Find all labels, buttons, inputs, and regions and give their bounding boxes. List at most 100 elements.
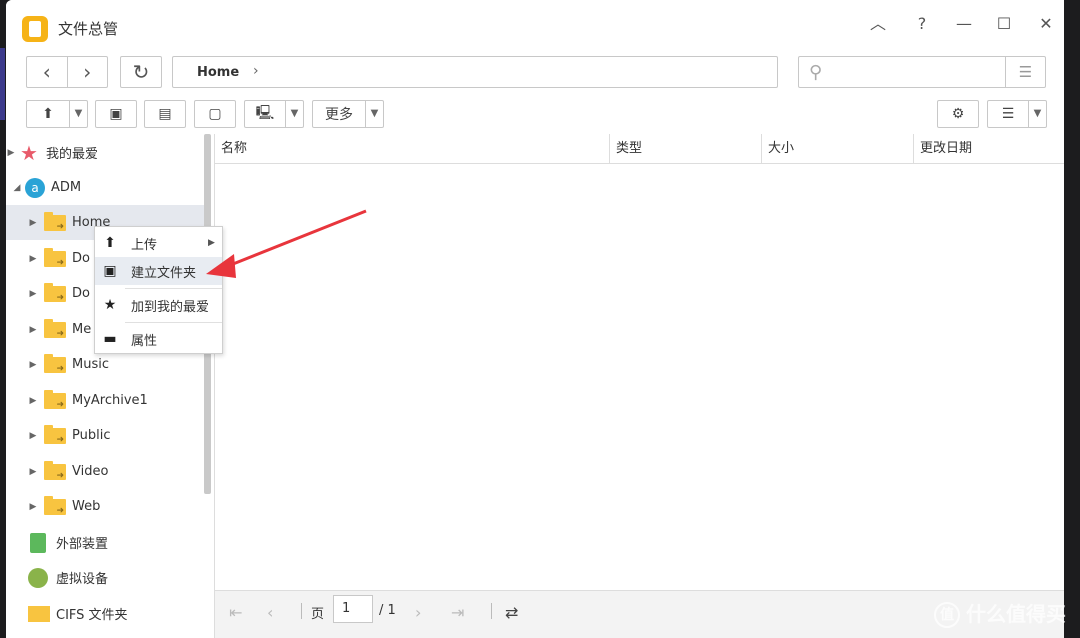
menu-item-label: 建立文件夹 [131,265,197,281]
menu-item-upload[interactable]: ⬆ 上传 ▶ [95,229,222,257]
first-page-icon[interactable]: ⇤ [229,603,242,622]
path-bar[interactable]: Home › [172,56,778,88]
action-toolbar: ⬆ ▼ ▣ ▤ ▢ 🖳 ▼ 更多 ▼ ⚙ ☰ ▼ [6,98,1064,132]
search-input[interactable]: ⚲ ☰ [798,56,1046,88]
tree-item-web[interactable]: ▶ Web [6,489,204,524]
tree-item-label: 我的最爱 [46,147,99,162]
gear-icon: ⚙ [951,106,965,122]
divider [491,603,492,619]
column-header-name[interactable]: 名称 [215,134,609,164]
shared-folder-icon [44,353,66,374]
next-page-icon[interactable]: › [415,603,421,622]
new-folder-button[interactable]: ▣ [95,100,137,128]
tree-item-label: Me [72,322,92,337]
watermark-text: 什么值得买 [966,601,1066,626]
collapse-arrow-icon[interactable]: ◢ [12,183,22,193]
tree-item-video[interactable]: ▶ Video [6,454,204,489]
view-mode-button[interactable]: ☰ ▼ [987,100,1047,128]
chevron-down-icon[interactable]: ▼ [69,101,87,127]
adm-icon: a [25,177,45,198]
upload-button[interactable]: ⬆ ▼ [26,100,88,128]
upload-icon: ⬆ [104,235,116,251]
chevron-down-icon[interactable]: ▼ [1028,101,1046,127]
expand-arrow-icon[interactable]: ▶ [28,467,38,477]
watermark: 值什么值得买 [934,598,1066,628]
menu-item-add-favorite[interactable]: ★ 加到我的最爱 [95,291,222,319]
tree-item-cifs-folders[interactable]: CIFS 文件夹 [6,596,204,631]
minimize-button[interactable]: — [952,12,976,36]
expand-arrow-icon[interactable]: ▶ [28,254,38,264]
chevron-down-icon[interactable]: ▼ [285,101,303,127]
expand-arrow-icon[interactable]: ▶ [6,148,16,158]
file-explorer-window: 文件总管 ︿ ? — ☐ ✕ ‹ › ↻ Home › ⚲ ☰ ⬆ ▼ ▣ ▤ [6,0,1064,638]
shared-folder-icon [44,495,66,516]
tree-item-label: MyArchive1 [72,393,148,408]
expand-arrow-icon[interactable]: ▶ [28,289,38,299]
expand-arrow-icon[interactable]: ▶ [28,431,38,441]
search-icon: ⚲ [809,62,823,83]
maximize-button[interactable]: ☐ [992,12,1016,36]
network-drive-button[interactable]: 🖳 ▼ [244,100,304,128]
page-total: / 1 [379,603,396,618]
tree-item-virtual-devices[interactable]: 虚拟设备 [6,560,204,595]
shared-folder-icon [44,460,66,481]
tree-item-label: 虚拟设备 [56,572,109,587]
more-button[interactable]: 更多 ▼ [312,100,384,128]
move-folder-icon: ▤ [158,106,172,122]
shared-folder-icon [44,211,66,232]
submenu-arrow-icon: ▶ [208,238,215,248]
shared-folder-icon [44,282,66,303]
chevron-down-icon[interactable]: ▼ [365,101,383,127]
settings-button[interactable]: ⚙ [937,100,979,128]
back-button[interactable]: ‹ [27,57,68,87]
expand-arrow-icon[interactable]: ▶ [28,502,38,512]
column-header-type[interactable]: 类型 [609,134,761,164]
shared-folder-icon [44,389,66,410]
watermark-logo-icon: 值 [934,602,960,628]
tree-item-adm[interactable]: ◢ a ADM [6,170,204,205]
tree-item-myarchive1[interactable]: ▶ MyArchive1 [6,383,204,418]
tree-item-label: ADM [51,180,82,195]
tree-item-public[interactable]: ▶ Public [6,418,204,453]
history-nav-group: ‹ › [26,56,108,88]
close-button[interactable]: ✕ [1034,12,1058,36]
usb-device-icon [30,532,46,553]
page-number-input[interactable]: 1 [333,595,373,623]
search-filter-icon[interactable]: ☰ [1005,57,1045,87]
menu-item-create-folder[interactable]: ▣ 建立文件夹 [95,257,222,285]
expand-arrow-icon[interactable]: ▶ [28,360,38,370]
last-page-icon[interactable]: ⇥ [451,603,464,622]
refresh-button[interactable]: ↻ [120,56,162,88]
select-all-button[interactable]: ▢ [194,100,236,128]
move-folder-button[interactable]: ▤ [144,100,186,128]
shared-folder-icon [44,318,66,339]
forward-button[interactable]: › [68,57,108,87]
chevron-right-icon[interactable]: › [253,63,259,79]
select-all-icon: ▢ [208,106,222,122]
expand-arrow-icon[interactable]: ▶ [28,325,38,335]
divider [301,603,302,619]
tree-item-external-devices[interactable]: 外部装置 [6,525,204,560]
collapse-icon[interactable]: ︿ [866,12,890,36]
breadcrumb-home[interactable]: Home [197,65,239,80]
star-icon: ★ [20,140,38,165]
folder-icon [28,605,50,622]
column-header-size[interactable]: 大小 [761,134,913,164]
expand-arrow-icon[interactable]: ▶ [28,218,38,228]
tree-item-favorites[interactable]: ▶ ★ 我的最爱 [6,135,204,170]
tree-item-label: Public [72,428,111,443]
properties-icon: ▬ [103,331,117,347]
prev-page-icon[interactable]: ‹ [267,603,273,622]
tree-item-label: 外部装置 [56,537,109,552]
help-icon[interactable]: ? [910,12,934,36]
menu-item-properties[interactable]: ▬ 属性 [95,325,222,353]
refresh-list-icon[interactable]: ⇄ [505,603,518,622]
expand-arrow-icon[interactable]: ▶ [28,396,38,406]
file-list-pane: 名称 类型 大小 更改日期 [214,134,1064,590]
menu-divider [125,322,222,323]
column-header-modified[interactable]: 更改日期 [913,134,1064,164]
menu-item-label: 属性 [131,333,158,349]
new-folder-icon: ▣ [109,106,123,122]
title-bar: 文件总管 ︿ ? — ☐ ✕ [6,0,1064,48]
menu-item-label: 上传 [131,237,158,253]
